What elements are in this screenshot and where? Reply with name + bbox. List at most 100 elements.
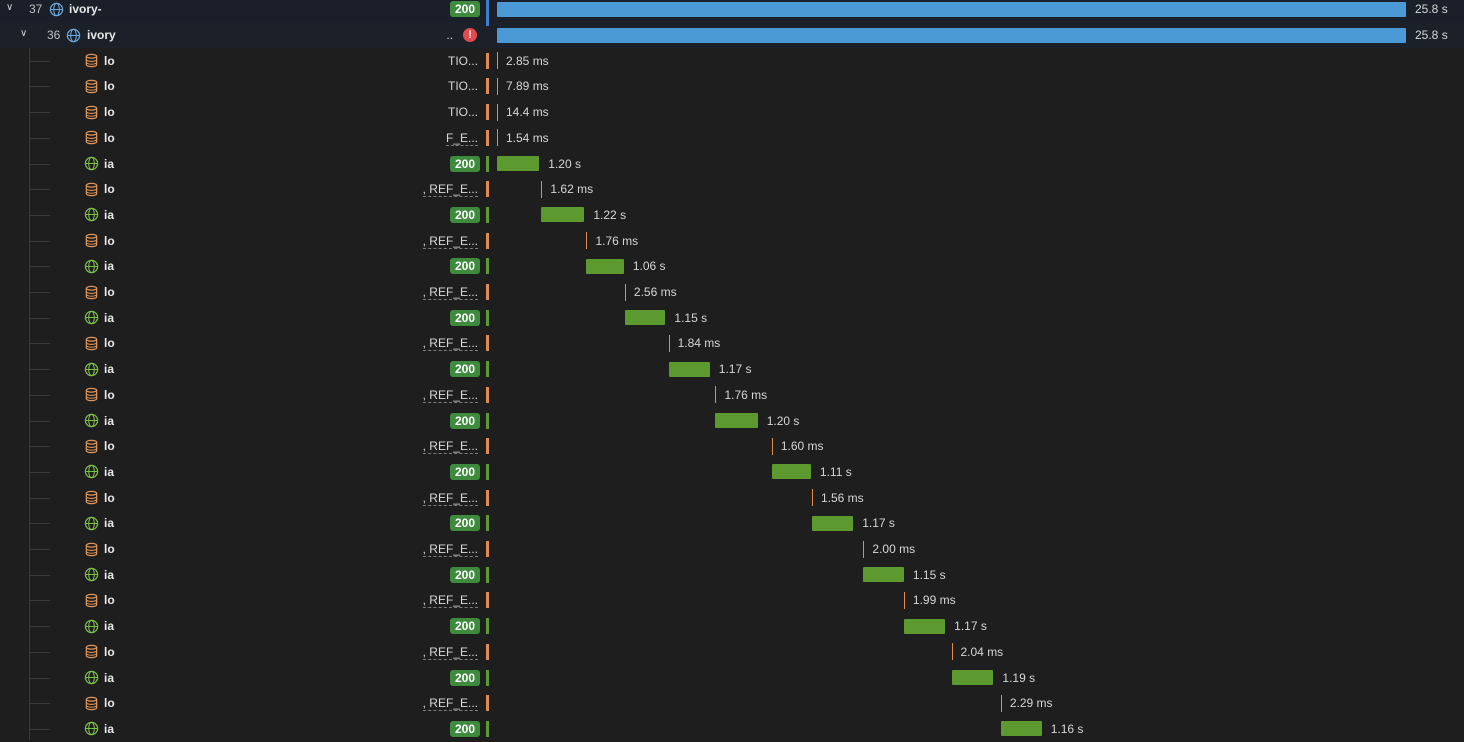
span-name[interactable]: ia xyxy=(104,722,118,736)
span-row[interactable]: ia 200 1.11 s xyxy=(0,459,1464,485)
timeline-tick[interactable] xyxy=(586,232,588,250)
span-name[interactable]: lo xyxy=(104,54,118,68)
span-row[interactable]: ia 200 1.22 s xyxy=(0,202,1464,228)
timeline-bar[interactable] xyxy=(771,464,811,480)
span-row[interactable]: lo , REF_E... 1.60 ms xyxy=(0,433,1464,459)
span-name[interactable]: lo xyxy=(104,182,118,196)
span-row[interactable]: lo F_E... 1.54 ms xyxy=(0,125,1464,151)
chevron-icon[interactable]: ∨ xyxy=(20,28,27,39)
timeline-tick[interactable] xyxy=(541,180,543,198)
span-row[interactable]: ia 200 1.20 s xyxy=(0,408,1464,434)
timeline-tick[interactable] xyxy=(624,283,626,301)
timeline-bar[interactable] xyxy=(903,618,946,634)
column-divider[interactable] xyxy=(486,0,489,26)
timeline-tick[interactable] xyxy=(497,129,498,147)
span-row[interactable]: lo TIO... 2.85 ms xyxy=(0,48,1464,74)
span-name[interactable]: lo xyxy=(104,388,118,402)
span-row-parent[interactable]: ∨ 36 ivory..! 25.8 s xyxy=(0,22,1464,48)
duration-label: 2.29 ms xyxy=(1009,696,1053,711)
error-icon: ! xyxy=(463,28,477,43)
span-row[interactable]: lo , REF_E... 2.00 ms xyxy=(0,536,1464,562)
span-name[interactable]: lo xyxy=(104,336,118,350)
span-name[interactable]: lo xyxy=(104,696,118,710)
span-name[interactable]: ia xyxy=(104,671,118,685)
span-row-parent[interactable]: ∨ 37 ivory- 200 25.8 s xyxy=(0,0,1464,23)
timeline-tick[interactable] xyxy=(715,386,717,404)
span-row[interactable]: ia 200 1.20 s xyxy=(0,151,1464,177)
span-name[interactable]: ia xyxy=(104,311,118,325)
timeline-bar[interactable] xyxy=(811,515,854,531)
span-row[interactable]: lo , REF_E... 1.99 ms xyxy=(0,588,1464,614)
span-name[interactable]: lo xyxy=(104,234,118,248)
span-name[interactable]: ivory- xyxy=(69,2,102,16)
span-row[interactable]: lo , REF_E... 1.76 ms xyxy=(0,228,1464,254)
span-name[interactable]: ia xyxy=(104,465,118,479)
timeline-bar[interactable] xyxy=(586,258,624,274)
timeline-tick[interactable] xyxy=(951,643,953,661)
span-row[interactable]: lo , REF_E... 2.04 ms xyxy=(0,639,1464,665)
span-name[interactable]: ia xyxy=(104,157,118,171)
span-name[interactable]: lo xyxy=(104,645,118,659)
timeline-tick[interactable] xyxy=(497,52,498,70)
span-name[interactable]: ia xyxy=(104,516,118,530)
chevron-icon[interactable]: ∨ xyxy=(6,2,13,13)
span-row[interactable]: lo , REF_E... 2.29 ms xyxy=(0,690,1464,716)
span-row[interactable]: lo , REF_E... 2.56 ms xyxy=(0,279,1464,305)
span-row[interactable]: lo , REF_E... 1.84 ms xyxy=(0,331,1464,357)
span-row[interactable]: lo TIO... 14.4 ms xyxy=(0,99,1464,125)
span-row[interactable]: ia 200 1.16 s xyxy=(0,716,1464,742)
timeline-tick[interactable] xyxy=(771,437,773,455)
timeline-bar[interactable] xyxy=(497,156,540,172)
span-status-marker xyxy=(486,309,489,326)
span-row[interactable]: lo , REF_E... 1.76 ms xyxy=(0,382,1464,408)
span-status-marker xyxy=(486,386,489,403)
timeline-tick[interactable] xyxy=(497,103,498,121)
span-name[interactable]: lo xyxy=(104,491,118,505)
timeline-tick[interactable] xyxy=(497,77,498,95)
span-row[interactable]: ia 200 1.15 s xyxy=(0,562,1464,588)
timeline-tick[interactable] xyxy=(668,334,670,352)
timeline-bar[interactable] xyxy=(1000,721,1042,737)
span-row[interactable]: lo , REF_E... 1.62 ms xyxy=(0,176,1464,202)
span-name[interactable]: lo xyxy=(104,285,118,299)
span-name[interactable]: ia xyxy=(104,259,118,273)
span-status-marker xyxy=(486,515,489,532)
tree-branch-line xyxy=(30,600,50,602)
timeline-bar[interactable] xyxy=(951,670,994,686)
duration-label: 1.76 ms xyxy=(724,387,768,402)
span-name[interactable]: ivory xyxy=(87,28,116,42)
span-name[interactable]: ia xyxy=(104,414,118,428)
span-name[interactable]: ia xyxy=(104,619,118,633)
span-name[interactable]: lo xyxy=(104,131,118,145)
span-row[interactable]: ia 200 1.15 s xyxy=(0,305,1464,331)
timeline-tick[interactable] xyxy=(863,540,865,558)
span-status-marker xyxy=(486,181,489,198)
span-row[interactable]: lo , REF_E... 1.56 ms xyxy=(0,485,1464,511)
span-name[interactable]: lo xyxy=(104,593,118,607)
tree-branch-line xyxy=(30,266,50,268)
timeline-bar[interactable] xyxy=(668,361,710,377)
span-name[interactable]: lo xyxy=(104,439,118,453)
span-name[interactable]: ia xyxy=(104,208,118,222)
span-name[interactable]: lo xyxy=(104,79,118,93)
span-row[interactable]: ia 200 1.17 s xyxy=(0,356,1464,382)
span-name[interactable]: ia xyxy=(104,568,118,582)
timeline-bar[interactable] xyxy=(497,1,1406,17)
timeline-bar[interactable] xyxy=(497,27,1406,43)
timeline-tick[interactable] xyxy=(811,489,813,507)
span-name[interactable]: ia xyxy=(104,362,118,376)
timeline-tick[interactable] xyxy=(903,591,905,609)
timeline-tick[interactable] xyxy=(1000,694,1002,712)
timeline-bar[interactable] xyxy=(541,207,585,223)
span-row[interactable]: ia 200 1.17 s xyxy=(0,613,1464,639)
span-row[interactable]: ia 200 1.06 s xyxy=(0,254,1464,280)
timeline-bar[interactable] xyxy=(624,310,666,326)
span-name[interactable]: lo xyxy=(104,542,118,556)
span-detail-truncated: , REF_E... xyxy=(422,285,478,301)
timeline-bar[interactable] xyxy=(863,567,904,583)
span-row[interactable]: ia 200 1.17 s xyxy=(0,511,1464,537)
span-row[interactable]: ia 200 1.19 s xyxy=(0,665,1464,691)
span-row[interactable]: lo TIO... 7.89 ms xyxy=(0,74,1464,100)
span-name[interactable]: lo xyxy=(104,105,118,119)
timeline-bar[interactable] xyxy=(715,413,758,429)
